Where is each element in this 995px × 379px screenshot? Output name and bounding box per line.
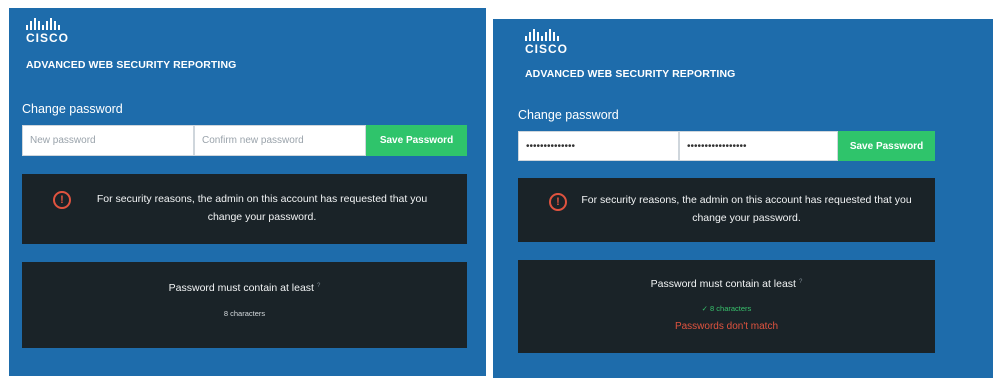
save-password-button[interactable]: Save Password — [366, 125, 467, 156]
exclamation-circle-icon: ! — [549, 193, 567, 211]
requirements-title: Password must contain at least? — [650, 278, 803, 290]
login-panel-initial: CISCO ADVANCED WEB SECURITY REPORTING Ch… — [9, 8, 486, 376]
confirm-password-input[interactable] — [679, 131, 838, 161]
cisco-wordmark: CISCO — [525, 42, 569, 56]
password-requirements-box: Password must contain at least? ✓ 8 char… — [518, 260, 935, 353]
password-requirements-box: Password must contain at least? 8 charac… — [22, 262, 467, 348]
security-alert-box: ! For security reasons, the admin on thi… — [22, 174, 467, 244]
help-icon[interactable]: ? — [317, 283, 320, 289]
requirement-length: 8 characters — [223, 309, 266, 318]
exclamation-circle-icon: ! — [53, 191, 71, 209]
security-alert-text: For security reasons, the admin on this … — [581, 194, 912, 224]
new-password-input[interactable] — [518, 131, 679, 161]
product-title: ADVANCED WEB SECURITY REPORTING — [525, 68, 736, 80]
product-title: ADVANCED WEB SECURITY REPORTING — [26, 59, 237, 71]
help-icon[interactable]: ? — [799, 279, 802, 285]
save-password-button[interactable]: Save Password — [838, 131, 935, 161]
requirements-title: Password must contain at least? — [168, 282, 321, 294]
cisco-wordmark: CISCO — [26, 31, 70, 45]
cisco-bars-icon — [26, 18, 69, 30]
requirement-length-met: ✓ 8 characters — [701, 304, 752, 313]
security-alert-text: For security reasons, the admin on this … — [96, 193, 428, 223]
cisco-bars-icon — [525, 29, 568, 41]
change-password-label: Change password — [518, 108, 619, 122]
security-alert-box: ! For security reasons, the admin on thi… — [518, 178, 935, 242]
login-panel-mismatch: CISCO ADVANCED WEB SECURITY REPORTING Ch… — [493, 19, 993, 378]
change-password-label: Change password — [22, 102, 123, 116]
confirm-password-input[interactable] — [194, 125, 366, 156]
new-password-input[interactable] — [22, 125, 194, 156]
cisco-logo: CISCO — [525, 29, 568, 56]
password-mismatch-error: Passwords don't match — [674, 321, 779, 332]
cisco-logo: CISCO — [26, 18, 69, 45]
